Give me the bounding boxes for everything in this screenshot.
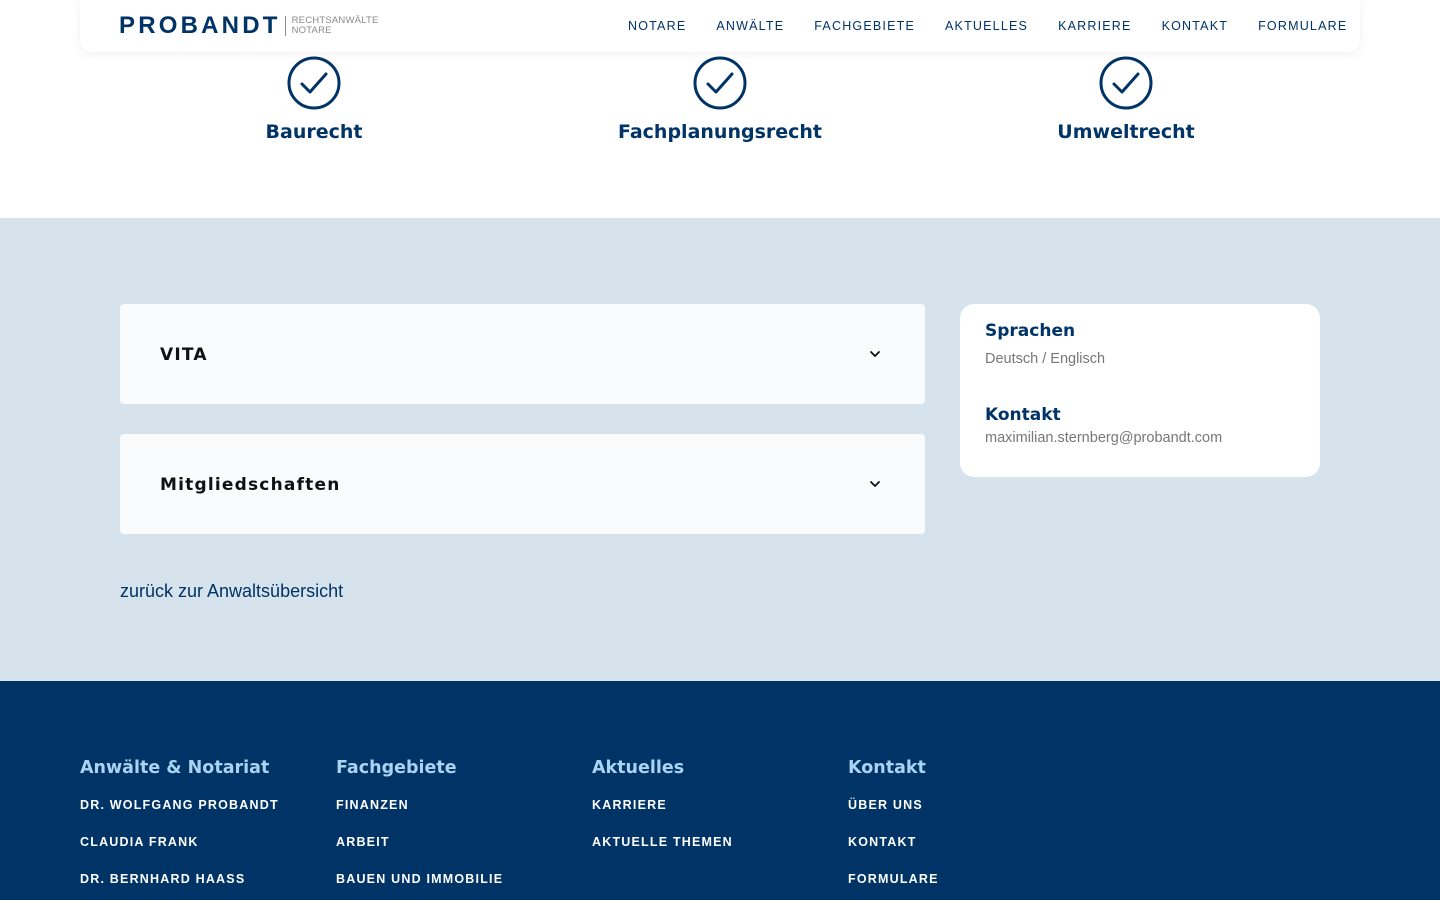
nav-formulare[interactable]: FORMULARE [1258, 18, 1347, 34]
footer-heading: Aktuelles [592, 758, 685, 778]
footer-link[interactable]: FORMULARE [848, 871, 939, 887]
footer-link[interactable]: KARRIERE [592, 797, 733, 813]
practice-areas: Baurecht Fachplanungsrecht Umweltrecht [0, 56, 1440, 218]
logo-divider [284, 16, 286, 36]
chevron-down-icon[interactable] [869, 478, 881, 490]
accordion-title: Mitgliedschaften [160, 475, 341, 495]
contact-heading: Kontakt [985, 405, 1061, 425]
footer-heading: Anwälte & Notariat [80, 758, 270, 778]
contact-email-link[interactable]: maximilian.sternberg@probandt.com [985, 429, 1222, 447]
languages-value: Deutsch / Englisch [985, 351, 1106, 367]
footer-column-aktuelles: Aktuelles KARRIERE AKTUELLE THEMEN [592, 757, 733, 871]
site-footer: Anwälte & Notariat DR. WOLFGANG PROBANDT… [0, 681, 1440, 900]
info-card: Sprachen Deutsch / Englisch Kontakt maxi… [960, 304, 1320, 477]
nav-kontakt[interactable]: KONTAKT [1162, 18, 1229, 34]
footer-link[interactable]: ÜBER UNS [848, 797, 939, 813]
footer-link[interactable]: ARBEIT [336, 834, 503, 850]
check-circle-icon [693, 56, 747, 110]
area-item: Umweltrecht [926, 56, 1326, 144]
footer-column-anwaelte: Anwälte & Notariat DR. WOLFGANG PROBANDT… [80, 757, 279, 900]
area-item: Fachplanungsrecht [520, 56, 920, 144]
footer-link[interactable]: KONTAKT [848, 834, 939, 850]
footer-link[interactable]: DR. WOLFGANG PROBANDT [80, 797, 279, 813]
footer-column-fachgebiete: Fachgebiete FINANZEN ARBEIT BAUEN UND IM… [336, 757, 503, 900]
area-label: Baurecht [265, 121, 363, 143]
back-to-overview-link[interactable]: zurück zur Anwaltsübersicht [120, 580, 343, 602]
nav-notare[interactable]: NOTARE [628, 18, 686, 34]
logo-subtitle-line-2: NOTARE [291, 25, 332, 36]
nav-karriere[interactable]: KARRIERE [1058, 18, 1132, 34]
logo-subtitle: RECHTSANWÄLTE NOTARE [291, 15, 379, 37]
footer-link[interactable]: AKTUELLE THEMEN [592, 834, 733, 850]
footer-link[interactable]: CLAUDIA FRANK [80, 834, 279, 850]
check-circle-icon [287, 56, 341, 110]
site-header: PROBANDT RECHTSANWÄLTE NOTARE NOTARE ANW… [80, 0, 1360, 52]
area-item: Baurecht [114, 56, 514, 144]
check-circle-icon [1099, 56, 1153, 110]
footer-link[interactable]: FINANZEN [336, 797, 503, 813]
main-nav: NOTARE ANWÄLTE FACHGEBIETE AKTUELLES KAR… [628, 18, 1347, 34]
languages-heading: Sprachen [985, 321, 1076, 341]
footer-heading: Kontakt [848, 758, 926, 778]
nav-fachgebiete[interactable]: FACHGEBIETE [814, 18, 915, 34]
area-label: Fachplanungsrecht [617, 121, 823, 143]
logo[interactable]: PROBANDT RECHTSANWÄLTE NOTARE [119, 12, 379, 40]
nav-anwaelte[interactable]: ANWÄLTE [716, 18, 784, 34]
footer-link[interactable]: BAUEN UND IMMOBILIE [336, 871, 503, 887]
accordion-mitgliedschaften[interactable]: Mitgliedschaften [120, 434, 925, 534]
area-label: Umweltrecht [1057, 121, 1195, 143]
accordion-vita[interactable]: VITA [120, 304, 925, 404]
nav-aktuelles[interactable]: AKTUELLES [945, 18, 1028, 34]
footer-heading: Fachgebiete [336, 758, 457, 778]
footer-link[interactable]: DR. BERNHARD HAASS [80, 871, 279, 887]
accordion-title: VITA [160, 345, 208, 365]
logo-wordmark: PROBANDT [119, 12, 281, 39]
lawyer-details-section: VITA Mitgliedschaften Sprachen Deutsch /… [0, 218, 1440, 681]
chevron-down-icon[interactable] [869, 348, 881, 360]
footer-column-kontakt: Kontakt ÜBER UNS KONTAKT FORMULARE [848, 757, 939, 900]
